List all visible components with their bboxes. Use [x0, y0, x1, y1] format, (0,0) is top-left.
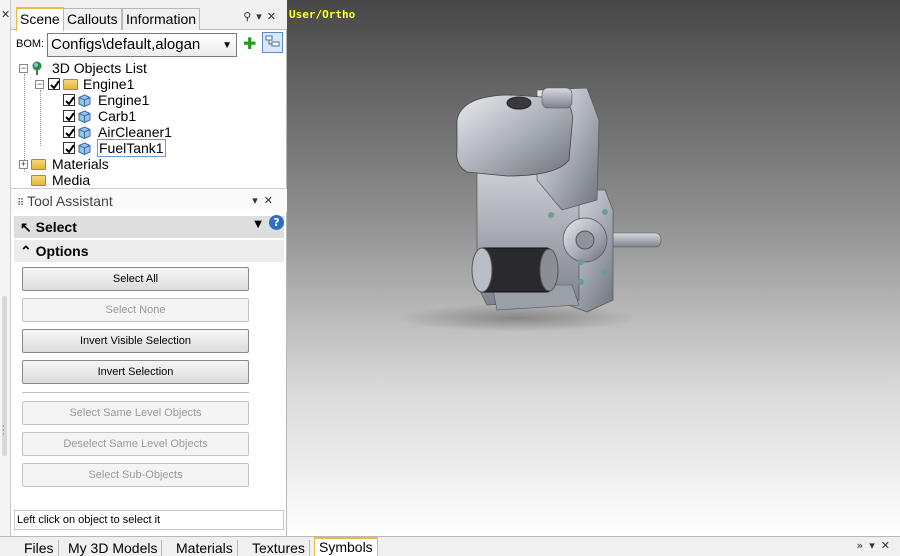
- select-none-button[interactable]: Select None: [22, 298, 249, 322]
- select-same-level-button[interactable]: Select Same Level Objects: [22, 401, 249, 425]
- left-dock-strip: ✕ · · ·: [0, 0, 11, 536]
- pin-icon[interactable]: ⚲: [243, 10, 256, 23]
- tab-textures[interactable]: Textures: [248, 540, 310, 556]
- chevron-up-icon[interactable]: ⌃: [20, 243, 32, 259]
- close-icon[interactable]: ✕: [267, 10, 281, 23]
- checkbox-carb1[interactable]: [63, 110, 75, 122]
- bottom-panel-tools: »▾✕: [857, 539, 896, 552]
- collapse-icon[interactable]: −: [35, 80, 44, 89]
- select-tool-bar[interactable]: ↖ Select ▼ ?: [14, 215, 284, 238]
- dropdown-icon[interactable]: ▾: [256, 10, 267, 23]
- collapse-icon[interactable]: −: [19, 64, 28, 73]
- dropdown-icon[interactable]: ▾: [252, 194, 264, 207]
- tree-label-media: Media: [52, 172, 91, 188]
- deselect-same-level-button[interactable]: Deselect Same Level Objects: [22, 432, 249, 456]
- options-bar[interactable]: ⌃ Options: [14, 240, 284, 262]
- add-icon[interactable]: ✚: [243, 36, 257, 52]
- engine-model[interactable]: [287, 0, 900, 536]
- part-cube-icon: [78, 110, 91, 123]
- tree-label-aircleaner1: AirCleaner1: [98, 124, 172, 140]
- bottom-tab-bar: Files My 3D Models Materials Textures Sy…: [0, 536, 900, 556]
- bom-label: BOM:: [16, 38, 45, 50]
- tree-view-button[interactable]: [262, 32, 283, 53]
- part-cube-icon: [78, 142, 91, 155]
- scene-tab-bar: Scene Callouts Information ⚲▾✕: [11, 0, 287, 31]
- invert-selection-button[interactable]: Invert Selection: [22, 360, 249, 384]
- grip-icon[interactable]: ⠿: [17, 198, 27, 209]
- checkbox-aircleaner1[interactable]: [63, 126, 75, 138]
- bom-row: BOM: Configs\default,alogan ▼ ✚: [11, 30, 287, 60]
- folder-icon: [31, 175, 46, 186]
- tree-label-materials: Materials: [52, 156, 109, 172]
- divider: [22, 392, 249, 393]
- scene-tree: − 3D Objects List − Engine1 Engine1 Carb…: [11, 58, 287, 188]
- tree-view-icon: [265, 35, 280, 47]
- checkbox-engine-group[interactable]: [48, 78, 60, 90]
- tab-scene[interactable]: Scene: [16, 7, 64, 31]
- folder-icon: [63, 79, 78, 90]
- tab-symbols[interactable]: Symbols: [314, 537, 378, 556]
- close-icon[interactable]: ✕: [881, 539, 896, 552]
- bom-select[interactable]: Configs\default,alogan ▼: [47, 33, 237, 57]
- panel-tools: ⚲▾✕: [243, 10, 281, 23]
- expand-icon[interactable]: +: [19, 160, 28, 169]
- folder-icon: [31, 159, 46, 170]
- double-chevron-down-icon[interactable]: »: [857, 539, 870, 552]
- tool-assistant-header: ⠿ Tool Assistant ▾✕: [11, 188, 287, 212]
- globe-icon: [32, 61, 42, 75]
- tab-materials[interactable]: Materials: [172, 540, 238, 556]
- select-tool-title: ↖ Select: [20, 219, 77, 235]
- tree-label-carb1: Carb1: [98, 108, 137, 124]
- bom-value: Configs\default,alogan: [51, 36, 201, 53]
- invert-visible-selection-button[interactable]: Invert Visible Selection: [22, 329, 249, 353]
- 3d-viewport[interactable]: User/Ortho: [287, 0, 900, 536]
- close-icon[interactable]: ✕: [264, 194, 279, 207]
- help-icon[interactable]: ?: [269, 215, 284, 230]
- select-sub-objects-button[interactable]: Select Sub-Objects: [22, 463, 249, 487]
- tool-assistant-title: ⠿ Tool Assistant: [17, 193, 113, 209]
- options-title: ⌃ Options: [20, 243, 89, 259]
- tree-label-fueltank1: FuelTank1: [97, 139, 166, 157]
- close-icon[interactable]: ✕: [1, 8, 10, 21]
- checkbox-fueltank1[interactable]: [63, 142, 75, 154]
- part-cube-icon: [78, 94, 91, 107]
- status-text: Left click on object to select it: [14, 510, 284, 530]
- tab-my-3d-models[interactable]: My 3D Models: [64, 540, 163, 556]
- app-window: ✕ · · · Scene Callouts Information ⚲▾✕ BOM…: [0, 0, 900, 556]
- tab-information[interactable]: Information: [122, 8, 201, 30]
- part-cube-icon: [78, 126, 91, 139]
- tree-label-engine1: Engine1: [98, 92, 150, 108]
- tab-files[interactable]: Files: [20, 540, 59, 556]
- grip-icon[interactable]: · · ·: [2, 423, 5, 440]
- tree-label-root: 3D Objects List: [52, 60, 147, 76]
- tree-label-engine-group: Engine1: [83, 76, 135, 92]
- arrow-cursor-icon: ↖: [20, 219, 32, 235]
- scene-panel: Scene Callouts Information ⚲▾✕ BOM: Conf…: [11, 0, 287, 536]
- tool-assistant-tools: ▾✕: [252, 194, 279, 207]
- dropdown-icon[interactable]: ▾: [869, 539, 881, 552]
- select-all-button[interactable]: Select All: [22, 267, 249, 291]
- chevron-down-icon[interactable]: ▼: [222, 35, 232, 57]
- tab-callouts[interactable]: Callouts: [63, 8, 122, 30]
- checkbox-engine1[interactable]: [63, 94, 75, 106]
- chevron-down-icon[interactable]: ▼: [254, 219, 262, 230]
